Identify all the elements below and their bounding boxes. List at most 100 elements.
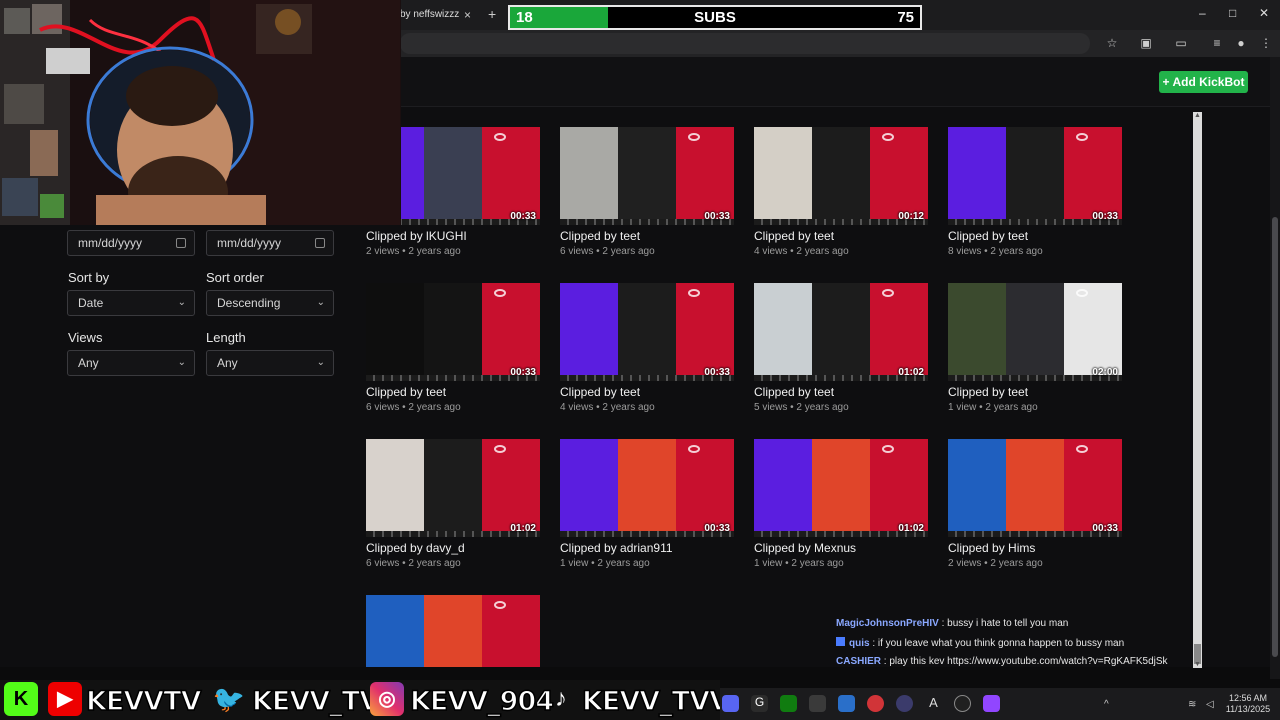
- clip-thumbnail[interactable]: 01:02: [366, 439, 540, 537]
- minimize-icon[interactable]: –: [1199, 6, 1206, 20]
- tray-chevron-icon[interactable]: ^: [1104, 699, 1109, 710]
- maximize-icon[interactable]: □: [1229, 6, 1236, 20]
- clip-title[interactable]: Clipped by teet: [948, 229, 1122, 243]
- stream-logo-icon: [1076, 289, 1088, 297]
- add-kickbot-button[interactable]: + Add KickBot: [1159, 71, 1248, 93]
- twitch-icon[interactable]: [983, 695, 1000, 712]
- length-label: Length: [206, 330, 246, 345]
- wifi-icon[interactable]: ≋: [1188, 699, 1196, 710]
- clip-thumbnail[interactable]: [366, 595, 540, 667]
- clip-meta: 1 view • 2 years ago: [560, 558, 650, 569]
- clip-card[interactable]: 00:33 Clipped by adrian911 1 view • 2 year…: [560, 439, 734, 569]
- scroll-down-icon[interactable]: ▼: [1194, 661, 1201, 668]
- app-a-icon[interactable]: A: [925, 695, 942, 712]
- xbox-icon[interactable]: [780, 695, 797, 712]
- new-tab-icon[interactable]: +: [488, 3, 496, 25]
- media-icon[interactable]: [896, 695, 913, 712]
- clips-scrollbar[interactable]: ▲ ▼: [1193, 112, 1202, 668]
- clip-title[interactable]: Clipped by teet: [754, 385, 928, 399]
- clip-card[interactable]: 01:02 Clipped by davy_d 6 views • 2 years …: [366, 439, 540, 569]
- clip-title[interactable]: Clipped by teet: [560, 385, 734, 399]
- clip-card[interactable]: 00:33 Clipped by teet 6 views • 2 years ag…: [560, 127, 734, 257]
- thumbnail-panel: [812, 127, 870, 225]
- sort-by-select[interactable]: Date ⌄: [67, 290, 195, 316]
- thumbnail-panel: [424, 283, 482, 381]
- calendar-icon[interactable]: [176, 238, 186, 248]
- extensions-icon[interactable]: ▣: [1139, 36, 1153, 50]
- date-from-value: mm/dd/yyyy: [78, 236, 143, 250]
- clip-duration: 00:33: [510, 211, 536, 222]
- clip-thumbnail[interactable]: 02:00: [948, 283, 1122, 381]
- thumbnail-panel: [366, 283, 424, 381]
- sort-by-value: Date: [78, 296, 104, 310]
- date-from-input[interactable]: mm/dd/yyyy: [67, 230, 195, 256]
- unreal-icon[interactable]: [954, 695, 971, 712]
- chrome-icon[interactable]: G: [751, 695, 768, 712]
- clip-thumbnail[interactable]: 00:12: [754, 127, 928, 225]
- clip-card[interactable]: 01:02 Clipped by teet 5 views • 2 years ag…: [754, 283, 928, 413]
- date-to-input[interactable]: mm/dd/yyyy: [206, 230, 334, 256]
- record-icon[interactable]: [867, 695, 884, 712]
- views-select[interactable]: Any ⌄: [67, 350, 195, 376]
- clip-thumbnail[interactable]: 00:33: [948, 439, 1122, 537]
- clip-title[interactable]: Clipped by teet: [560, 229, 734, 243]
- length-select[interactable]: Any ⌄: [206, 350, 334, 376]
- clip-card[interactable]: 00:33 Clipped by teet 4 views • 2 years ag…: [560, 283, 734, 413]
- thumbnail-panel: [482, 595, 540, 667]
- clip-thumbnail[interactable]: 01:02: [754, 283, 928, 381]
- sort-order-label: Sort order: [206, 270, 264, 285]
- close-window-icon[interactable]: ✕: [1259, 6, 1269, 20]
- clip-meta: 1 view • 2 years ago: [948, 402, 1038, 413]
- clip-card[interactable]: 01:02 Clipped by Mexnus 1 view • 2 years a…: [754, 439, 928, 569]
- clip-meta: 6 views • 2 years ago: [366, 558, 461, 569]
- clip-duration: 02:00: [1092, 367, 1118, 378]
- stream-logo-icon: [494, 133, 506, 141]
- page-scrollbar[interactable]: [1270, 57, 1280, 679]
- clip-card[interactable]: 00:12 Clipped by teet 4 views • 2 years ag…: [754, 127, 928, 257]
- settings-icon[interactable]: [809, 695, 826, 712]
- stream-logo-icon: [882, 445, 894, 453]
- clip-title[interactable]: Clipped by teet: [754, 229, 928, 243]
- clip-meta: 6 views • 2 years ago: [366, 402, 461, 413]
- clip-title[interactable]: Clipped by Mexnus: [754, 541, 928, 555]
- tray-clock[interactable]: 12:56 AM 11/13/2025: [1222, 693, 1274, 715]
- menu-icon[interactable]: ⋮: [1259, 36, 1273, 50]
- profile-icon[interactable]: ●: [1234, 36, 1248, 50]
- sort-order-select[interactable]: Descending ⌄: [206, 290, 334, 316]
- calendar-icon[interactable]: [315, 238, 325, 248]
- scroll-up-icon[interactable]: ▲: [1194, 112, 1201, 119]
- clip-thumbnail[interactable]: 00:33: [948, 127, 1122, 225]
- star-icon[interactable]: ☆: [1105, 36, 1119, 50]
- clip-card[interactable]: 02:00 Clipped by teet 1 view • 2 years ago: [948, 283, 1122, 413]
- clip-card[interactable]: 00:33 Clipped by Hims 2 views • 2 years ag…: [948, 439, 1122, 569]
- clip-thumbnail[interactable]: 00:33: [560, 283, 734, 381]
- clip-title[interactable]: Clipped by davy_d: [366, 541, 540, 555]
- queue-icon[interactable]: ≡: [1210, 36, 1224, 50]
- clip-thumbnail[interactable]: 01:02: [754, 439, 928, 537]
- clip-thumbnail[interactable]: 00:33: [560, 127, 734, 225]
- clip-title[interactable]: Clipped by teet: [366, 385, 540, 399]
- photos-icon[interactable]: [838, 695, 855, 712]
- scrollbar-thumb[interactable]: [1272, 217, 1278, 657]
- browser-tab[interactable]: by neffswizzz: [392, 4, 486, 26]
- clip-duration: 00:33: [704, 211, 730, 222]
- clip-card[interactable]: 00:33 Clipped by teet 8 views • 2 years ag…: [948, 127, 1122, 257]
- speaker-icon[interactable]: ◁: [1206, 699, 1214, 710]
- clip-title[interactable]: Clipped by adrian911: [560, 541, 734, 555]
- clip-card[interactable]: 00:33 Clipped by teet 6 views • 2 years ag…: [366, 283, 540, 413]
- clip-thumbnail[interactable]: 00:33: [560, 439, 734, 537]
- discord-icon[interactable]: [722, 695, 739, 712]
- clip-card[interactable]: [366, 595, 540, 667]
- address-bar[interactable]: [400, 33, 1090, 54]
- clip-title[interactable]: Clipped by Hims: [948, 541, 1122, 555]
- chevron-down-icon: ⌄: [316, 297, 325, 308]
- tab-close-icon[interactable]: ×: [464, 4, 471, 26]
- kick-badge-icon: [836, 637, 845, 646]
- clip-thumbnail[interactable]: 00:33: [366, 283, 540, 381]
- cast-icon[interactable]: ▭: [1174, 36, 1188, 50]
- tiktok-icon: ♪: [555, 685, 567, 712]
- clip-title[interactable]: Clipped by lKUGHI: [366, 229, 540, 243]
- thumbnail-panel: [948, 439, 1006, 537]
- chat-username: quis: [849, 638, 870, 649]
- clip-title[interactable]: Clipped by teet: [948, 385, 1122, 399]
